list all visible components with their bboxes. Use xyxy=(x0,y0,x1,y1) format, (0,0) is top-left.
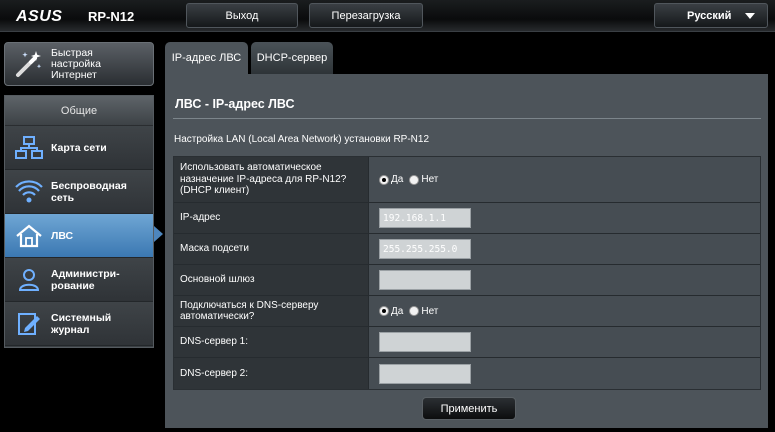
field-label: DNS-сервер 2: xyxy=(174,358,369,389)
sidebar-item-label: Беспроводная сеть xyxy=(51,179,127,204)
radio-selected-icon xyxy=(379,306,389,316)
tab-lan-ip[interactable]: IP-адрес ЛВС xyxy=(165,42,248,74)
gateway-input[interactable] xyxy=(379,270,471,290)
auto-ip-no-radio[interactable]: Нет xyxy=(409,174,438,185)
auto-dns-yes-radio[interactable]: Да xyxy=(379,306,403,317)
field-value xyxy=(369,265,760,295)
chevron-down-icon xyxy=(745,13,755,19)
top-bar: ASUS RP-N12 Выход Перезагрузка Русский xyxy=(0,0,775,32)
page-description: Настройка LAN (Local Area Network) устан… xyxy=(174,134,430,145)
sidebar-item-label: Карта сети xyxy=(51,141,107,154)
radio-unselected-icon xyxy=(409,306,420,316)
form-row-dns2: DNS-сервер 2: xyxy=(174,358,760,389)
log-edit-icon xyxy=(11,306,47,342)
form-row-gateway: Основной шлюз xyxy=(174,265,760,296)
asus-logo: ASUS xyxy=(16,8,63,25)
home-icon xyxy=(11,218,47,254)
radio-label: Да xyxy=(391,305,404,317)
sidebar-item-network-map[interactable]: Карта сети xyxy=(5,126,153,170)
wireless-icon xyxy=(11,174,47,210)
radio-label: Нет xyxy=(421,174,439,185)
form-row-auto-dns: Подключаться к DNS-серверу автоматически… xyxy=(174,296,760,327)
dns-server-1-input[interactable] xyxy=(379,332,471,352)
field-value xyxy=(369,358,760,389)
quick-internet-setup-button[interactable]: Быстрая настройка Интернет xyxy=(4,42,154,86)
sidebar-item-label: Системный журнал xyxy=(51,311,112,336)
form-row-ip-address: IP-адрес 192.168.1.1 xyxy=(174,203,760,234)
field-label: Маска подсети xyxy=(174,234,369,264)
form-row-auto-ip: Использовать автоматическое назначение I… xyxy=(174,157,760,203)
auto-dns-no-radio[interactable]: Нет xyxy=(409,306,438,317)
network-map-icon xyxy=(11,130,47,166)
active-item-arrow xyxy=(154,226,163,242)
page-title: ЛВС - IP-адрес ЛВС xyxy=(175,97,295,111)
menu-heading: Общие xyxy=(5,96,153,126)
ip-address-input[interactable]: 192.168.1.1 xyxy=(379,208,471,228)
auto-ip-yes-radio[interactable]: Да xyxy=(379,174,403,185)
quick-setup-label: Быстрая настройка Интернет xyxy=(51,46,101,81)
field-value: Да Нет xyxy=(369,157,760,202)
field-value: Да Нет xyxy=(369,296,760,326)
dns-server-2-input[interactable] xyxy=(379,363,471,384)
field-label: DNS-сервер 1: xyxy=(174,327,369,357)
sidebar-item-system-log[interactable]: Системный журнал xyxy=(5,302,153,346)
content-panel: ЛВС - IP-адрес ЛВС Настройка LAN (Local … xyxy=(165,74,768,428)
logout-button[interactable]: Выход xyxy=(186,3,298,28)
magic-wand-icon xyxy=(11,47,45,81)
sidebar-item-label: Администри-рование xyxy=(51,267,120,292)
sidebar-item-administration[interactable]: Администри-рование xyxy=(5,258,153,302)
radio-selected-icon xyxy=(379,174,389,185)
sidebar-menu: Общие Карта сети Беспроводная сеть ЛВС А… xyxy=(4,95,154,348)
field-value xyxy=(369,327,760,357)
radio-label: Да xyxy=(391,174,404,185)
model-name: RP-N12 xyxy=(88,9,135,24)
language-value: Русский xyxy=(687,9,732,22)
reboot-button[interactable]: Перезагрузка xyxy=(309,3,423,28)
form-row-dns1: DNS-сервер 1: xyxy=(174,327,760,358)
field-label: Основной шлюз xyxy=(174,265,369,295)
tab-dhcp-server[interactable]: DHCP-сервер xyxy=(251,42,333,74)
sidebar-item-lan[interactable]: ЛВС xyxy=(5,214,153,258)
field-value: 192.168.1.1 xyxy=(369,203,760,233)
sidebar-item-label: ЛВС xyxy=(51,229,74,242)
field-label: IP-адрес xyxy=(174,203,369,233)
field-value: 255.255.255.0 xyxy=(369,234,760,264)
field-label: Подключаться к DNS-серверу автоматически… xyxy=(174,296,369,326)
radio-unselected-icon xyxy=(409,174,420,185)
form-row-subnet-mask: Маска подсети 255.255.255.0 xyxy=(174,234,760,265)
sidebar-item-wireless[interactable]: Беспроводная сеть xyxy=(5,170,153,214)
apply-button[interactable]: Применить xyxy=(422,397,516,420)
admin-user-icon xyxy=(11,262,47,298)
title-divider xyxy=(173,118,761,119)
lan-settings-form: Использовать автоматическое назначение I… xyxy=(173,156,761,390)
radio-label: Нет xyxy=(421,305,439,317)
language-select[interactable]: Русский xyxy=(654,3,768,28)
field-label: Использовать автоматическое назначение I… xyxy=(174,157,369,202)
subnet-mask-input[interactable]: 255.255.255.0 xyxy=(379,239,471,259)
